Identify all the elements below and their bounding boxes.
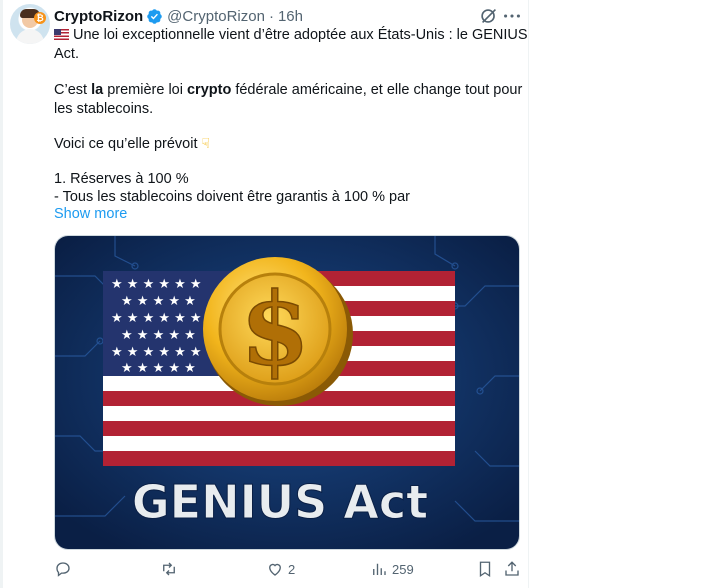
us-flag-icon: [54, 29, 69, 40]
author-handle[interactable]: @CryptoRizon: [167, 8, 265, 25]
svg-text:★ ★ ★ ★ ★: ★ ★ ★ ★ ★: [121, 328, 196, 343]
views-button[interactable]: 259: [370, 560, 414, 578]
views-icon: [373, 563, 386, 575]
avatar-body: [16, 29, 44, 44]
pointing-down-icon: ☟: [201, 136, 211, 152]
tweet-text-line: Une loi exceptionnelle vient d’être adop…: [54, 26, 528, 45]
tweet-text-segment: Une loi exceptionnelle vient d’être adop…: [73, 27, 528, 43]
banner-text: GENIUS Act: [132, 475, 428, 529]
tweet-text-line: - Tous les stablecoins doivent être gara…: [54, 189, 410, 205]
svg-text:★ ★ ★ ★ ★: ★ ★ ★ ★ ★: [121, 361, 196, 376]
like-button[interactable]: 2: [266, 560, 295, 578]
left-edge-rail: [0, 0, 3, 588]
bookmark-icon: [479, 561, 491, 578]
verified-badge-icon: [147, 8, 162, 24]
bold-text: la: [91, 82, 104, 98]
like-count: 2: [288, 561, 296, 577]
reply-button[interactable]: [54, 560, 76, 578]
tweet-text-segment: Voici ce qu’elle prévoit: [54, 136, 198, 152]
tweet-text-line: C’est la première loi crypto fédérale am…: [54, 81, 524, 100]
author-name[interactable]: CryptoRizon: [54, 8, 143, 25]
reply-icon: [56, 562, 70, 577]
tweet-text-segment: C’est: [54, 82, 92, 98]
author-avatar[interactable]: ₿: [10, 4, 50, 44]
svg-text:★ ★ ★ ★ ★: ★ ★ ★ ★ ★: [121, 294, 196, 309]
retweet-icon: [163, 562, 175, 576]
separator-dot: ·: [268, 7, 274, 25]
tweet-text-line: Voici ce qu’elle prévoit ☟: [54, 135, 524, 154]
tweet-time[interactable]: 16h: [278, 8, 303, 25]
svg-text:★ ★ ★ ★ ★ ★: ★ ★ ★ ★ ★ ★: [111, 311, 202, 326]
tweet-text-line: les stablecoins.: [54, 101, 154, 117]
views-count: 259: [392, 561, 414, 577]
tweet-text-segment: fédérale américaine, et elle change tout…: [231, 82, 523, 98]
share-button[interactable]: [503, 560, 521, 578]
retweet-button[interactable]: [160, 560, 182, 578]
show-more-link[interactable]: Show more: [54, 206, 127, 222]
coin-symbol: $: [240, 270, 310, 388]
tweet-text-segment: première loi: [103, 82, 187, 98]
tweet-media-image[interactable]: ★ ★ ★ ★ ★ ★ ★ ★ ★ ★ ★ ★ ★ ★ ★ ★ ★ ★ ★ ★ …: [54, 235, 520, 550]
like-icon: [269, 563, 281, 576]
more-options-icon[interactable]: [501, 5, 523, 27]
svg-text:★ ★ ★ ★ ★ ★: ★ ★ ★ ★ ★ ★: [111, 345, 202, 360]
tweet-actions-bar: 2 259: [0, 560, 528, 582]
column-divider: [528, 0, 529, 588]
share-icon: [505, 561, 519, 576]
bold-text: crypto: [186, 82, 232, 98]
bookmark-button[interactable]: [476, 560, 494, 578]
tweet-header: CryptoRizon @CryptoRizon · 16h: [54, 6, 303, 26]
svg-text:★ ★ ★ ★ ★ ★: ★ ★ ★ ★ ★ ★: [111, 277, 202, 292]
tweet-text-line: Act.: [54, 46, 79, 62]
bitcoin-icon: ₿: [34, 12, 46, 24]
tweet-text-line: 1. Réserves à 100 %: [54, 171, 189, 187]
genius-act-illustration: ★ ★ ★ ★ ★ ★ ★ ★ ★ ★ ★ ★ ★ ★ ★ ★ ★ ★ ★ ★ …: [55, 236, 519, 549]
grok-icon[interactable]: [478, 5, 500, 27]
